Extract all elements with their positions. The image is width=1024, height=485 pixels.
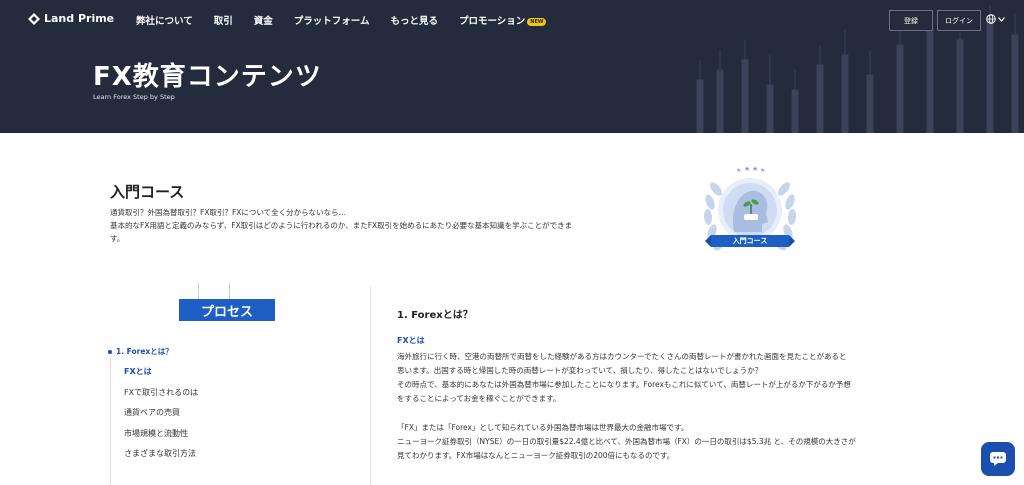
paragraph-line: その時点で、基本的にあなたは外国為替市場に参加したことになります。Forexもこ… [397, 380, 851, 389]
course-desc-line2: 基本的なFX用語と定義のみならず、FX取引はどのように行われるのか、またFX取引… [110, 221, 573, 230]
toc-line [110, 357, 111, 485]
course-badge: ★ ★ ★ ★ 入門コース [700, 162, 800, 258]
course-description: 通貨取引？外国為替取引？FX取引？FXについて全く分からないなら… 基本的なFX… [110, 206, 640, 245]
toc-item-market-size[interactable]: 市場規模と流動性 [124, 428, 188, 439]
toc-item-traded-in-fx[interactable]: FXで取引されるのは [124, 387, 198, 398]
course-desc-line1: 通貨取引？外国為替取引？FX取引？FXについて全く分からないなら… [110, 208, 347, 217]
content-divider [370, 285, 371, 485]
course-title: 入門コース [110, 183, 185, 201]
page-title: FX教育コンテンツ [93, 62, 322, 92]
hero-banner: Land Prime 弊社について 取引 資金 プラットフォーム もっと見る プ… [0, 0, 1024, 133]
chat-icon [990, 452, 1006, 466]
course-desc-line3: す。 [110, 234, 125, 243]
svg-text:★: ★ [752, 165, 758, 173]
section-title: 1. Forexとは？ [397, 310, 473, 321]
logo-icon [28, 12, 40, 25]
nav-trading[interactable]: 取引 [214, 13, 233, 27]
toc-item-trading-methods[interactable]: さまざまな取引方法 [124, 448, 196, 459]
svg-text:★: ★ [760, 167, 765, 174]
register-button[interactable]: 登録 [889, 10, 933, 31]
login-button[interactable]: ログイン [937, 10, 981, 31]
paragraph-line: をすることによってお金を稼ぐことができます。 [397, 394, 561, 403]
nav-links: 弊社について 取引 資金 プラットフォーム もっと見る プロモーション NEW [136, 13, 567, 27]
nav-promotion-label: プロモーション [458, 16, 526, 27]
paragraph-line: 「FX」または「Forex」として知られている外国為替市場は世界最大の金融市場で… [397, 423, 689, 432]
badge-label: 入門コース [732, 237, 768, 245]
sidebar-divider-left [198, 283, 199, 299]
page-subtitle: Learn Forex Step by Step [93, 93, 175, 101]
top-nav: Land Prime 弊社について 取引 資金 プラットフォーム もっと見る プ… [0, 0, 1024, 40]
nav-more[interactable]: もっと見る [390, 13, 438, 27]
svg-text:★: ★ [736, 167, 741, 174]
paragraph-line: 見てわかります。FX市場はなんとニューヨーク証券取引の200倍にもなるのです。 [397, 451, 675, 460]
nav-funds[interactable]: 資金 [254, 13, 273, 27]
toc-item-what-is-fx[interactable]: FXとは [124, 366, 152, 377]
chevron-down-icon [998, 16, 1005, 22]
svg-text:★: ★ [744, 165, 750, 173]
process-header: プロセス [179, 299, 275, 321]
paragraph-line: 海外旅行に行く時、空港の両替所で両替をした経験がある方はカウンターでたくさんの両… [397, 352, 847, 361]
toc-section-forex[interactable]: 1. Forexとは？ [108, 346, 173, 357]
paragraph-2: 「FX」または「Forex」として知られている外国為替市場は世界最大の金融市場で… [397, 421, 917, 463]
new-badge: NEW [527, 17, 547, 26]
sub-title: FXとは [397, 336, 425, 345]
brand-logo[interactable]: Land Prime [28, 12, 114, 25]
globe-icon [986, 14, 996, 24]
toc-section-label: 1. Forexとは？ [116, 347, 173, 356]
paragraph-1: 海外旅行に行く時、空港の両替所で両替をした経験がある方はカウンターでたくさんの両… [397, 350, 917, 406]
nav-about[interactable]: 弊社について [136, 13, 193, 27]
paragraph-line: 思います。出国する時と帰国した時の両替レートが変わっていて、損したり、得したこと… [397, 366, 763, 375]
language-selector[interactable] [986, 14, 1005, 24]
nav-platform[interactable]: プラットフォーム [294, 13, 370, 27]
chat-button[interactable] [981, 442, 1015, 476]
brand-name: Land Prime [44, 12, 115, 25]
toc-item-currency-pairs[interactable]: 通貨ペアの売買 [124, 407, 180, 418]
sidebar-divider-right [229, 283, 230, 299]
toc-active-dot [108, 349, 112, 354]
paragraph-line: ニューヨーク証券取引（NYSE）の一日の取引量$22.4億と比べて、外国為替市場… [397, 437, 856, 446]
nav-promotion[interactable]: プロモーション NEW [458, 13, 547, 27]
